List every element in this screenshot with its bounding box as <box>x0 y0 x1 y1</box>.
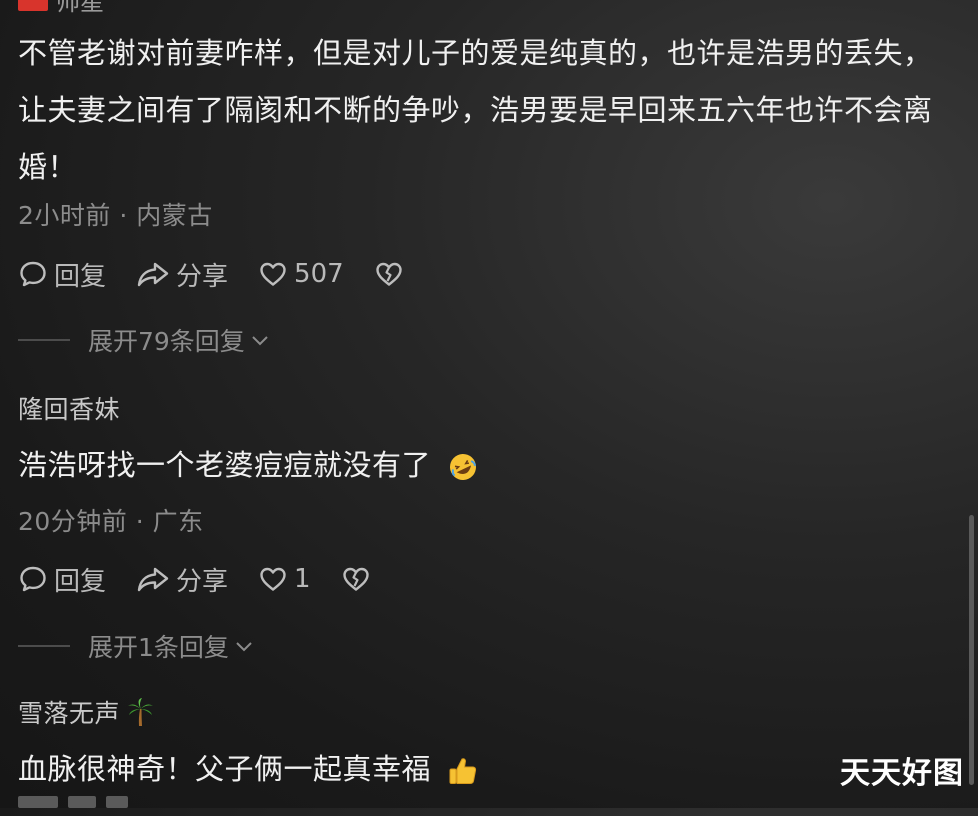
speech-bubble-icon <box>20 261 46 287</box>
dislike-button[interactable] <box>341 564 371 594</box>
comment-text-content: 浩浩呀找一个老婆痘痘就没有了 <box>18 448 432 482</box>
username-label: 雪落无声 <box>18 699 121 728</box>
comment-username[interactable]: 隆回香妹 <box>18 390 120 426</box>
like-button[interactable]: 507 <box>258 259 344 289</box>
watermark: 天天好图 <box>840 756 964 791</box>
comment-text: 浩浩呀找一个老婆痘痘就没有了 <box>18 437 933 494</box>
heart-icon <box>260 567 286 591</box>
divider-line <box>18 339 70 341</box>
reply-label: 回复 <box>54 566 107 597</box>
expand-replies-label: 展开1条回复 <box>88 633 229 662</box>
comment-meta: 2小时前 · 内蒙古 <box>18 201 213 230</box>
next-comment-cropped <box>18 796 198 816</box>
like-button[interactable]: 1 <box>258 564 311 594</box>
comment-header-cropped: 帅星 <box>18 0 104 16</box>
share-label: 分享 <box>176 566 229 597</box>
comment-screen: 帅星 不管老谢对前妻咋样，但是对儿子的爱是纯真的，也许是浩男的丢失，让夫妻之间有… <box>0 0 978 808</box>
comment-text: 不管老谢对前妻咋样，但是对儿子的爱是纯真的，也许是浩男的丢失，让夫妻之间有了隔阂… <box>18 36 933 184</box>
like-count: 507 <box>294 259 344 289</box>
reply-label: 回复 <box>54 261 107 292</box>
divider-line <box>18 645 70 647</box>
chevron-down-icon <box>236 642 252 652</box>
share-arrow-icon <box>137 567 169 592</box>
dislike-button[interactable] <box>374 259 404 289</box>
share-label: 分享 <box>176 261 229 292</box>
comment-text-content: 血脉很神奇！父子俩一起真幸福 <box>18 752 432 786</box>
like-count: 1 <box>294 564 311 594</box>
rofl-emoji-icon <box>449 454 476 480</box>
user-badge <box>18 0 48 11</box>
broken-heart-icon <box>342 567 369 591</box>
comment-username[interactable]: 帅星 <box>56 0 104 17</box>
comment-meta: 20分钟前 · 广东 <box>18 507 204 536</box>
thumbs-up-icon <box>449 758 476 784</box>
comment-actions: 回复 分享 507 <box>18 256 434 292</box>
expand-replies[interactable]: 展开79条回复 <box>18 322 271 358</box>
reply-button[interactable]: 回复 <box>18 561 106 598</box>
heart-icon <box>260 262 286 286</box>
username-label: 隆回香妹 <box>18 395 121 424</box>
expand-replies[interactable]: 展开1条回复 <box>18 628 255 664</box>
share-arrow-icon <box>137 262 169 287</box>
scrollbar[interactable] <box>969 515 974 785</box>
comment-username[interactable]: 雪落无声 <box>18 694 154 730</box>
speech-bubble-icon <box>20 566 46 592</box>
share-button[interactable]: 分享 <box>136 256 228 293</box>
reply-button[interactable]: 回复 <box>18 256 106 293</box>
expand-replies-label: 展开79条回复 <box>88 327 245 356</box>
broken-heart-icon <box>375 262 402 286</box>
comment-actions: 回复 分享 1 <box>18 561 401 597</box>
comment-text: 血脉很神奇！父子俩一起真幸福 <box>18 741 933 798</box>
share-button[interactable]: 分享 <box>136 561 228 598</box>
palm-tree-icon <box>128 698 154 726</box>
chevron-down-icon <box>252 336 268 346</box>
